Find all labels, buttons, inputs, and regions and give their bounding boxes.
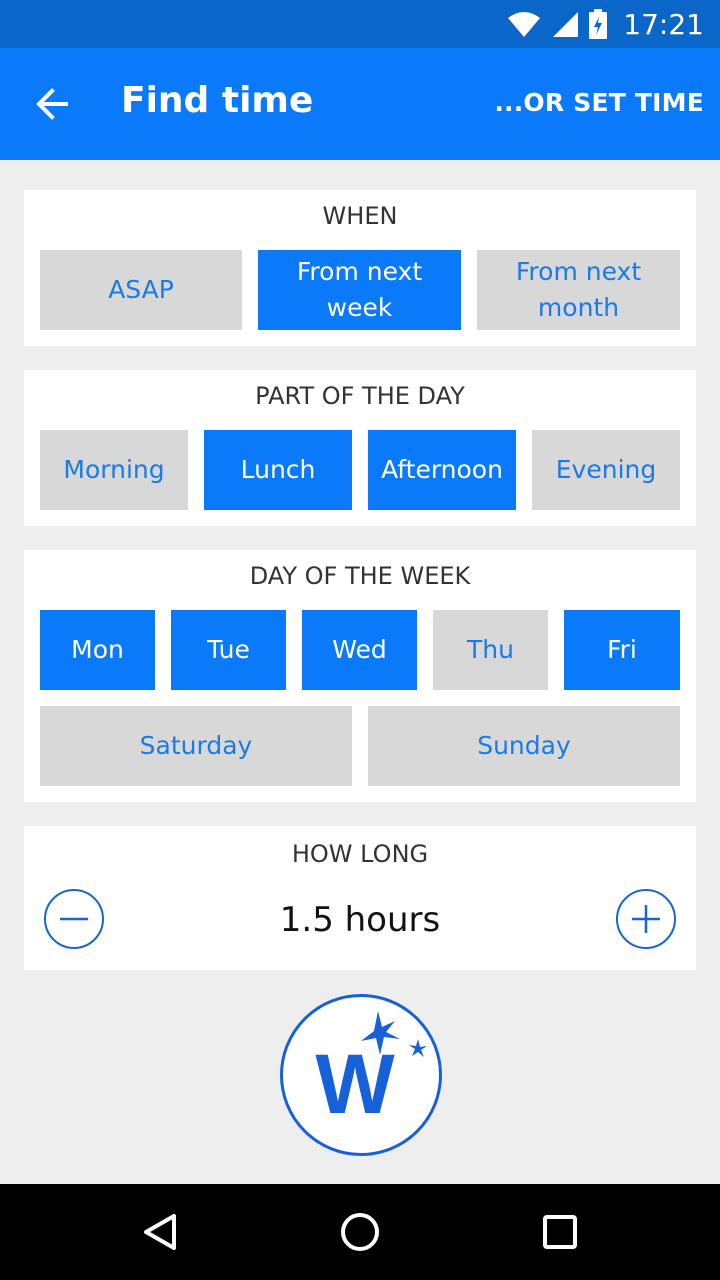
nav-recents-button[interactable] <box>532 1204 588 1260</box>
option-label: From next month <box>515 257 642 322</box>
arrow-left-icon <box>36 88 68 120</box>
part-option-evening[interactable]: Evening <box>532 430 680 510</box>
day-of-week-title: DAY OF THE WEEK <box>249 562 471 590</box>
option-label: Saturday <box>139 731 253 760</box>
day-option-thu[interactable]: Thu <box>433 610 548 690</box>
day-option-mon[interactable]: Mon <box>40 610 155 690</box>
battery-icon <box>589 9 608 39</box>
app-logo: W <box>280 994 442 1156</box>
app-bar: Find time ...OR SET TIME <box>0 48 720 160</box>
option-label: Thu <box>467 635 514 664</box>
option-label: Wed <box>332 635 387 664</box>
back-triangle-icon <box>144 1214 176 1250</box>
option-label: Sunday <box>477 731 571 760</box>
duration-value: 1.5 hours <box>279 900 441 940</box>
part-of-day-title: PART OF THE DAY <box>255 382 465 410</box>
back-button[interactable] <box>30 82 82 126</box>
when-card: WHEN ASAP From next week From next month <box>24 190 696 346</box>
part-option-morning[interactable]: Morning <box>40 430 188 510</box>
how-long-card: HOW LONG 1.5 hours <box>24 826 696 970</box>
when-option-next-month[interactable]: From next month <box>477 250 680 330</box>
status-bar: 17:21 <box>0 0 720 48</box>
when-option-asap[interactable]: ASAP <box>40 250 242 330</box>
how-long-title: HOW LONG <box>291 840 429 868</box>
option-label: Evening <box>555 455 657 484</box>
part-of-day-card: PART OF THE DAY Morning Lunch Afternoon … <box>24 370 696 526</box>
option-label: Afternoon <box>381 455 503 484</box>
when-option-next-week[interactable]: From next week <box>258 250 461 330</box>
option-label: Fri <box>607 635 637 664</box>
set-time-button[interactable]: ...OR SET TIME <box>494 88 704 117</box>
w-sparkle-logo: W <box>315 1011 427 1131</box>
day-option-sunday[interactable]: Sunday <box>368 706 680 786</box>
increase-duration-button[interactable] <box>616 889 676 949</box>
cell-signal-icon <box>553 12 579 37</box>
day-of-week-card: DAY OF THE WEEK Mon Tue Wed Thu Fri Satu… <box>24 550 696 802</box>
wifi-icon <box>508 12 541 37</box>
option-label: ASAP <box>108 275 174 304</box>
logo-letter: W <box>315 1037 395 1131</box>
status-icons: 17:21 <box>507 6 704 42</box>
option-label: Tue <box>207 635 250 664</box>
day-option-saturday[interactable]: Saturday <box>40 706 352 786</box>
part-option-lunch[interactable]: Lunch <box>204 430 352 510</box>
day-option-tue[interactable]: Tue <box>171 610 286 690</box>
part-option-afternoon[interactable]: Afternoon <box>368 430 516 510</box>
option-label: From next week <box>296 257 423 322</box>
plus-circle-icon <box>632 905 660 933</box>
status-time: 17:21 <box>623 7 704 41</box>
home-circle-icon <box>341 1213 379 1251</box>
option-label: Lunch <box>240 455 316 484</box>
nav-back-button[interactable] <box>132 1204 188 1260</box>
navigation-bar <box>0 1184 720 1280</box>
nav-home-button[interactable] <box>332 1204 388 1260</box>
option-label: Morning <box>63 455 165 484</box>
recents-square-icon <box>543 1215 577 1249</box>
day-option-wed[interactable]: Wed <box>302 610 417 690</box>
when-title: WHEN <box>322 202 398 230</box>
page-title: Find time <box>121 80 314 121</box>
day-option-fri[interactable]: Fri <box>564 610 680 690</box>
option-label: Mon <box>71 635 124 664</box>
